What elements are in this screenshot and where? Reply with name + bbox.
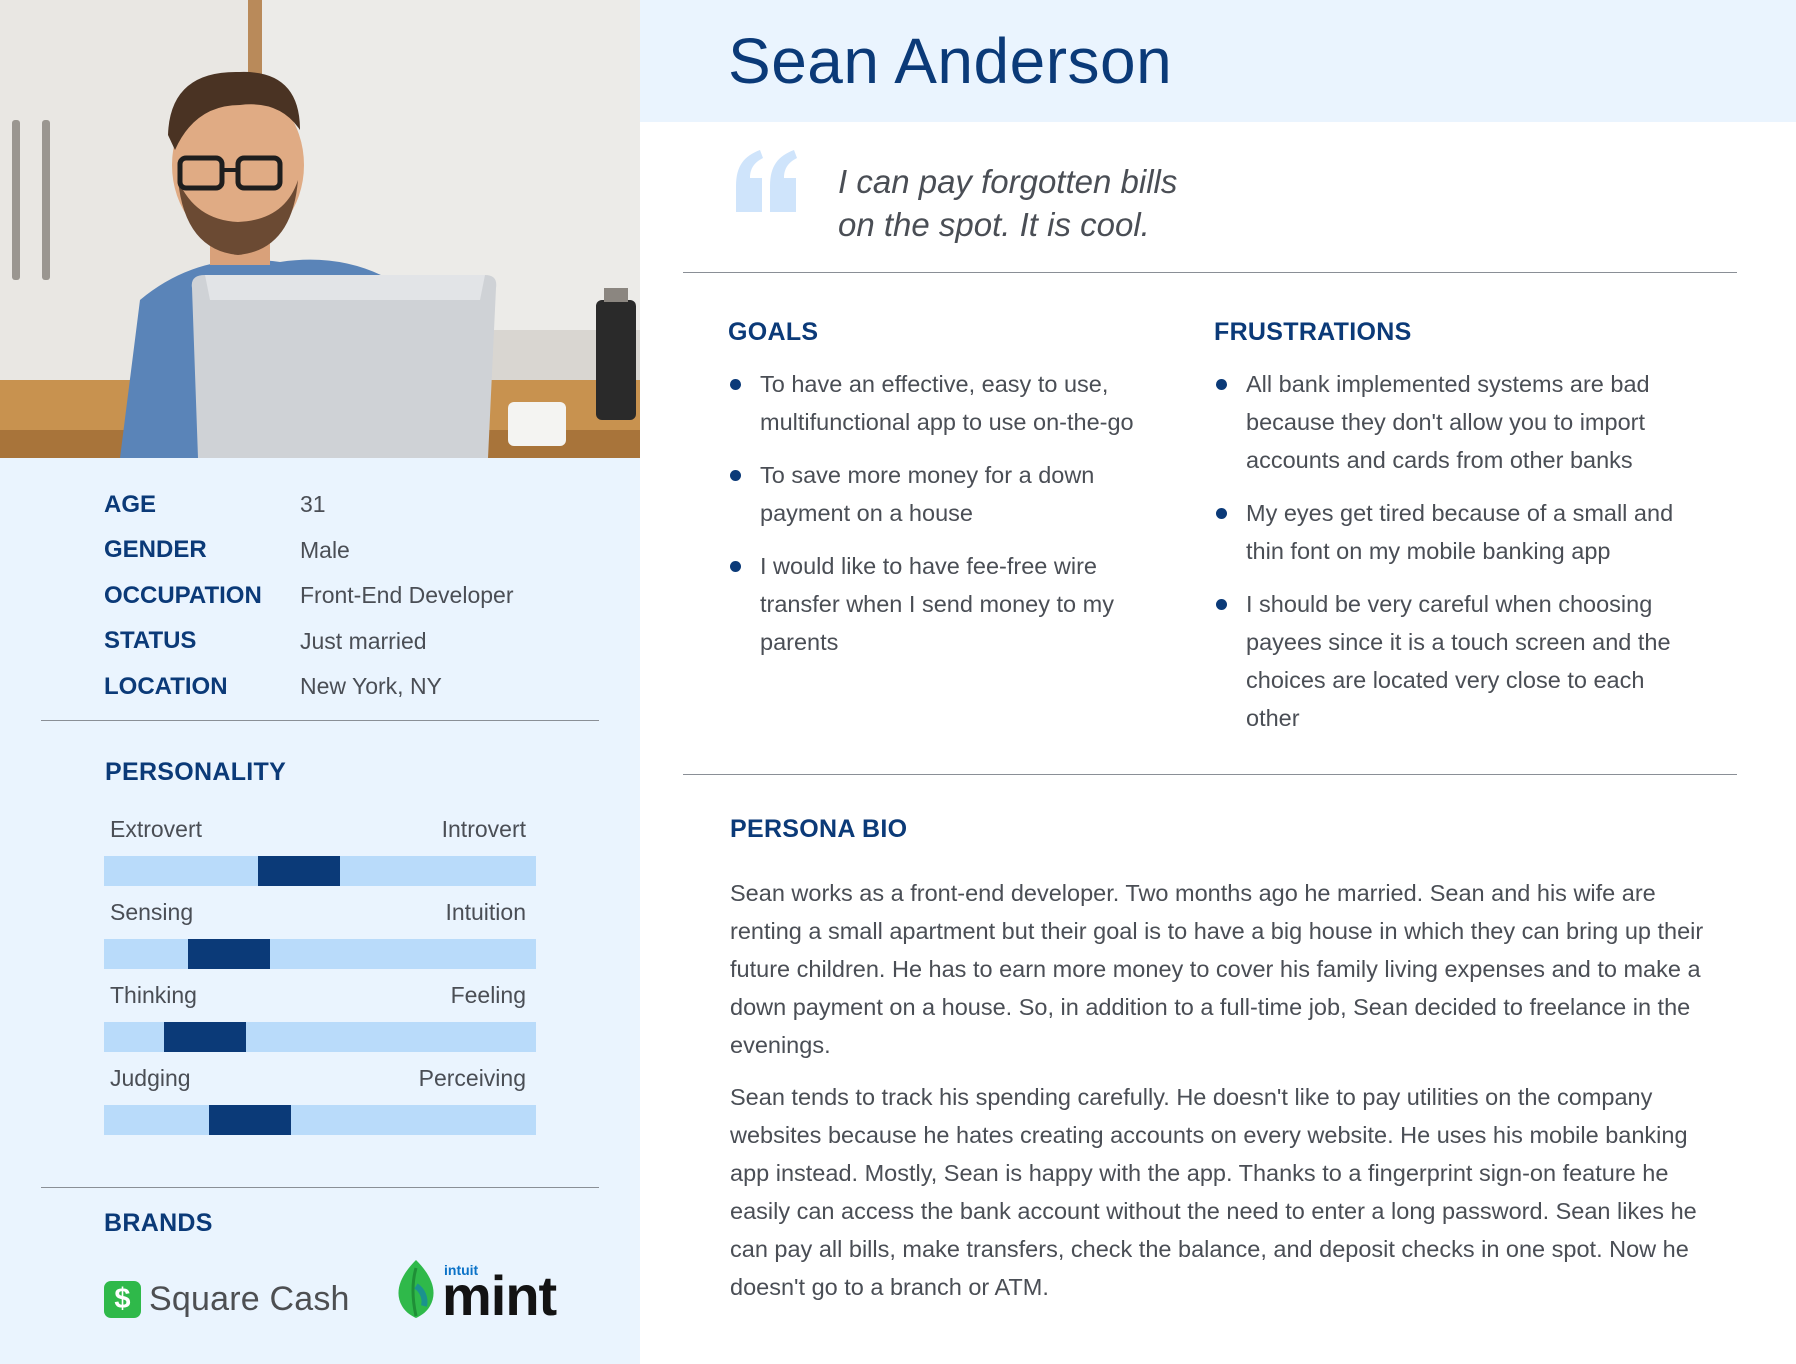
goals-title: GOALS: [728, 318, 819, 346]
persona-name: Sean Anderson: [728, 25, 1173, 97]
frustrations-title: FRUSTRATIONS: [1214, 318, 1412, 346]
trait-right-label: Introvert: [441, 815, 526, 842]
location-value: New York, NY: [300, 673, 442, 700]
trait-right-label: Feeling: [450, 981, 526, 1008]
location-label: LOCATION: [104, 672, 228, 700]
persona-bio: Sean works as a front-end developer. Two…: [730, 874, 1730, 1320]
personality-title: PERSONALITY: [105, 758, 287, 786]
trait-right-label: Intuition: [445, 898, 526, 925]
age-label: AGE: [104, 490, 157, 518]
trait-sensing-intuition: Sensing Intuition: [104, 895, 536, 969]
leaf-icon: [398, 1260, 434, 1318]
trait-marker: [188, 939, 270, 969]
frustrations-list: All bank implemented systems are bad bec…: [1214, 365, 1704, 737]
trait-extrovert-introvert: Extrovert Introvert: [104, 812, 536, 886]
square-cash-label: Square Cash: [149, 1280, 350, 1318]
mint-logo: intuit mint: [392, 1258, 564, 1327]
trait-left-label: Extrovert: [110, 815, 203, 842]
list-item: I would like to have fee-free wire trans…: [728, 547, 1168, 661]
divider: [683, 272, 1737, 273]
bio-title: PERSONA BIO: [730, 815, 908, 843]
profile-row-status: STATUS Just married: [104, 619, 514, 665]
trait-scale-bar: [104, 856, 536, 886]
profile-row-occupation: OCCUPATION Front-End Developer: [104, 573, 514, 619]
persona-photo: [0, 0, 640, 458]
profile-row-age: AGE 31: [104, 482, 514, 528]
list-item: My eyes get tired because of a small and…: [1214, 494, 1704, 570]
profile-row-gender: GENDER Male: [104, 528, 514, 574]
status-label: STATUS: [104, 627, 197, 655]
trait-left-label: Judging: [110, 1064, 191, 1091]
trait-marker: [209, 1105, 291, 1135]
frustrations-section: FRUSTRATIONS All bank implemented system…: [1214, 318, 1704, 752]
trait-scale-bar: [104, 939, 536, 969]
trait-marker: [258, 856, 340, 886]
age-value: 31: [300, 491, 326, 518]
list-item: To have an effective, easy to use, multi…: [728, 365, 1168, 441]
trait-left-label: Sensing: [110, 898, 194, 925]
bullet-icon: [730, 470, 741, 481]
bullet-icon: [730, 379, 741, 390]
persona-quote: I can pay forgotten bills on the spot. I…: [838, 160, 1177, 246]
trait-left-label: Thinking: [110, 981, 197, 1008]
divider: [41, 720, 599, 721]
goals-section: GOALS To have an effective, easy to use,…: [728, 318, 1168, 676]
trait-thinking-feeling: Thinking Feeling: [104, 978, 536, 1052]
bullet-icon: [730, 561, 741, 572]
occupation-value: Front-End Developer: [300, 582, 514, 609]
bio-paragraph: Sean tends to track his spending careful…: [730, 1084, 1697, 1300]
quote-icon: [736, 150, 797, 212]
trait-scale-bar: [104, 1105, 536, 1135]
gender-label: GENDER: [104, 536, 207, 564]
quote-line-2: on the spot. It is cool.: [838, 206, 1150, 243]
trait-judging-perceiving: Judging Perceiving: [104, 1061, 536, 1135]
list-item: I should be very careful when choosing p…: [1214, 585, 1704, 737]
quote-line-1: I can pay forgotten bills: [838, 163, 1178, 200]
square-cash-logo: $ Square Cash: [104, 1280, 350, 1319]
bullet-icon: [1216, 379, 1227, 390]
trait-marker: [164, 1022, 246, 1052]
bullet-icon: [1216, 508, 1227, 519]
trait-scale-bar: [104, 1022, 536, 1052]
status-value: Just married: [300, 627, 427, 654]
trait-right-label: Perceiving: [418, 1064, 526, 1091]
divider: [683, 774, 1737, 775]
bullet-icon: [1216, 599, 1227, 610]
gender-value: Male: [300, 536, 350, 563]
occupation-label: OCCUPATION: [104, 581, 262, 609]
profile-details: AGE 31 GENDER Male OCCUPATION Front-End …: [104, 482, 514, 710]
dollar-sign-icon: $: [104, 1281, 141, 1318]
bio-paragraph: Sean works as a front-end developer. Two…: [730, 880, 1704, 1058]
mint-label: mint: [442, 1264, 557, 1327]
list-item: To save more money for a down payment on…: [728, 456, 1168, 532]
profile-row-location: LOCATION New York, NY: [104, 664, 514, 710]
divider: [41, 1187, 599, 1188]
goals-list: To have an effective, easy to use, multi…: [728, 365, 1168, 661]
brands-title: BRANDS: [104, 1209, 213, 1237]
profile-sidebar: AGE 31 GENDER Male OCCUPATION Front-End …: [0, 0, 640, 1364]
list-item: All bank implemented systems are bad bec…: [1214, 365, 1704, 479]
